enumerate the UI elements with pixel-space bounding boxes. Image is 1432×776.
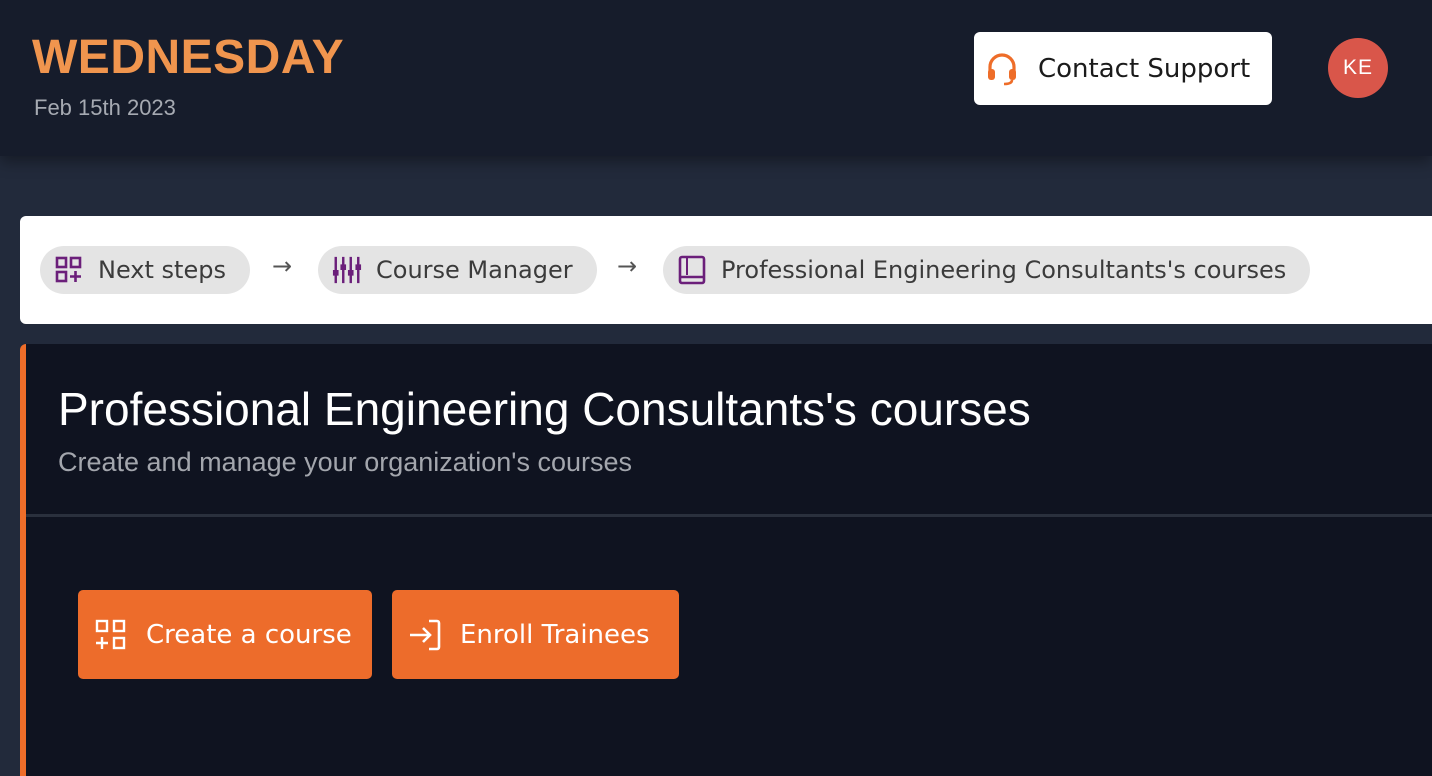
current-date: Feb 15th 2023 — [34, 95, 176, 120]
book-icon — [677, 255, 707, 285]
page-title: Professional Engineering Consultants's c… — [58, 383, 1031, 435]
create-course-button[interactable]: Create a course — [78, 590, 372, 679]
courses-panel: Professional Engineering Consultants's c… — [20, 344, 1432, 776]
breadcrumb-separator: → — [272, 252, 293, 280]
contact-support-label: Contact Support — [1038, 53, 1251, 84]
top-bar: WEDNESDAY Feb 15th 2023 Contact Support … — [0, 0, 1432, 156]
breadcrumb: Next steps → Course Manager → Profession… — [20, 216, 1432, 324]
breadcrumb-label: Next steps — [98, 256, 226, 284]
sliders-icon — [332, 255, 362, 285]
breadcrumb-label: Professional Engineering Consultants's c… — [721, 256, 1287, 284]
enroll-trainees-button[interactable]: Enroll Trainees — [392, 590, 679, 679]
breadcrumb-item-organization-courses[interactable]: Professional Engineering Consultants's c… — [663, 246, 1311, 294]
day-of-week: WEDNESDAY — [32, 31, 345, 84]
user-avatar[interactable]: KE — [1328, 38, 1388, 98]
divider — [26, 514, 1432, 517]
create-course-label: Create a course — [146, 619, 352, 650]
grid-plus-icon — [94, 618, 128, 652]
enroll-trainees-label: Enroll Trainees — [460, 619, 650, 650]
contact-support-button[interactable]: Contact Support — [974, 32, 1272, 105]
grid-plus-icon — [54, 255, 84, 285]
page-subtitle: Create and manage your organization's co… — [58, 447, 632, 477]
headset-icon — [984, 51, 1020, 87]
breadcrumb-item-course-manager[interactable]: Course Manager — [318, 246, 597, 294]
breadcrumb-label: Course Manager — [376, 256, 573, 284]
breadcrumb-separator: → — [617, 252, 638, 280]
enroll-icon — [408, 618, 442, 652]
breadcrumb-item-next-steps[interactable]: Next steps — [40, 246, 250, 294]
